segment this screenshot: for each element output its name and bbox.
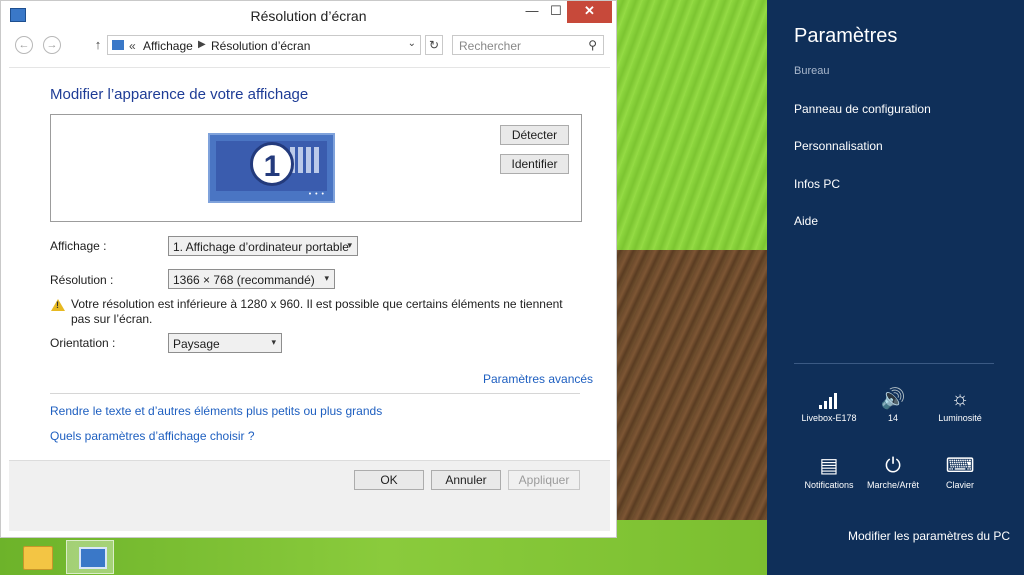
charm-title: Paramètres — [794, 25, 898, 47]
resolution-select-value: 1366 × 768 (recommandé) — [173, 273, 315, 287]
close-button[interactable]: ✕ — [567, 1, 612, 23]
search-input[interactable]: Rechercher ⚲ — [452, 35, 604, 55]
refresh-icon[interactable]: ↻ — [425, 35, 443, 55]
taskbar-file-explorer[interactable] — [13, 540, 61, 574]
tile-brightness[interactable]: ☼ Luminosité — [920, 385, 1000, 423]
control-panel-icon — [112, 40, 124, 50]
advanced-settings-link[interactable]: Paramètres avancés — [483, 372, 593, 386]
page-title: Modifier l’apparence de votre affichage — [50, 86, 309, 103]
search-icon[interactable]: ⚲ — [588, 38, 597, 52]
charm-item-pc-info[interactable]: Infos PC — [794, 177, 840, 191]
orientation-select-value: Paysage — [173, 337, 220, 351]
divider — [794, 363, 994, 364]
detect-button[interactable]: Détecter — [500, 125, 569, 145]
up-arrow-icon[interactable]: ↑ — [89, 36, 107, 54]
resolution-warning-text: Votre résolution est inférieure à 1280 x… — [71, 297, 563, 326]
tile-keyboard[interactable]: ⌨ Clavier — [920, 452, 1000, 490]
minimize-button[interactable]: — — [519, 1, 545, 23]
chevron-down-icon: ▾ — [271, 337, 276, 347]
address-bar[interactable]: « Affichage ▶ Résolution d’écran ⌄ — [107, 35, 421, 55]
chevron-down-icon: ▾ — [347, 240, 352, 250]
ok-button[interactable]: OK — [354, 470, 424, 490]
dialog-footer: OK Annuler Appliquer — [9, 460, 610, 531]
change-pc-settings-link[interactable]: Modifier les paramètres du PC — [848, 529, 1010, 543]
display-preview-area: 1 • • • Détecter Identifier — [50, 114, 582, 222]
tile-keyboard-label: Clavier — [945, 480, 974, 490]
taskbar-display-settings[interactable] — [66, 540, 114, 574]
folder-icon — [23, 546, 53, 570]
settings-charm-panel: Paramètres Bureau Panneau de configurati… — [767, 0, 1024, 575]
resolution-select[interactable]: 1366 × 768 (recommandé) ▾ — [168, 269, 335, 289]
main-content: Modifier l’apparence de votre affichage … — [9, 67, 610, 461]
display-select[interactable]: 1. Affichage d’ordinateur portable ▾ — [168, 236, 358, 256]
back-arrow-icon[interactable]: ← — [15, 36, 33, 54]
monitor-icon — [79, 547, 107, 569]
display-label: Affichage : — [50, 239, 107, 253]
charm-item-personalization[interactable]: Personnalisation — [794, 139, 883, 153]
screen-resolution-window: Résolution d’écran — ☐ ✕ ← → ↑ « Afficha… — [0, 0, 617, 538]
taskbar — [0, 538, 767, 575]
keyboard-icon: ⌨ — [945, 455, 975, 477]
search-placeholder: Rechercher — [459, 39, 522, 53]
title-bar[interactable]: Résolution d’écran — ☐ ✕ — [1, 1, 616, 30]
charm-item-control-panel[interactable]: Panneau de configuration — [794, 102, 931, 116]
monitor-dots: • • • — [308, 191, 325, 198]
text-size-link[interactable]: Rendre le texte et d’autres éléments plu… — [50, 404, 382, 418]
breadcrumb-affichage[interactable]: Affichage — [143, 39, 193, 53]
breadcrumb-separator-icon[interactable]: ▶ — [198, 39, 206, 50]
warning-icon: ! — [51, 299, 65, 311]
brightness-icon: ☼ — [950, 388, 970, 410]
breadcrumb-resolution[interactable]: Résolution d’écran — [211, 39, 310, 53]
monitor-number-badge: 1 — [250, 142, 294, 186]
chevron-down-icon[interactable]: ⌄ — [408, 38, 416, 49]
wallpaper-field-green — [617, 0, 767, 250]
display-select-value: 1. Affichage d’ordinateur portable — [173, 240, 349, 254]
warning-mark: ! — [56, 300, 59, 310]
divider — [50, 393, 580, 394]
navigation-bar: ← → ↑ « Affichage ▶ Résolution d’écran ⌄… — [9, 33, 609, 59]
apply-button[interactable]: Appliquer — [508, 470, 580, 490]
breadcrumb-overflow-icon[interactable]: « — [129, 39, 136, 53]
monitor-1-icon[interactable]: 1 • • • — [208, 133, 335, 203]
monitor-start-grid — [290, 147, 320, 173]
forward-arrow-icon[interactable]: → — [43, 36, 61, 54]
tile-brightness-label: Luminosité — [938, 413, 982, 423]
resolution-label: Résolution : — [50, 273, 114, 287]
orientation-label: Orientation : — [50, 336, 116, 350]
identify-button[interactable]: Identifier — [500, 154, 569, 174]
orientation-select[interactable]: Paysage ▾ — [168, 333, 282, 353]
charm-item-help[interactable]: Aide — [794, 214, 818, 228]
chevron-down-icon: ▾ — [324, 273, 329, 283]
cancel-button[interactable]: Annuler — [431, 470, 501, 490]
which-settings-link[interactable]: Quels paramètres d’affichage choisir ? — [50, 429, 255, 443]
maximize-button[interactable]: ☐ — [543, 1, 569, 23]
charm-context: Bureau — [794, 65, 830, 77]
